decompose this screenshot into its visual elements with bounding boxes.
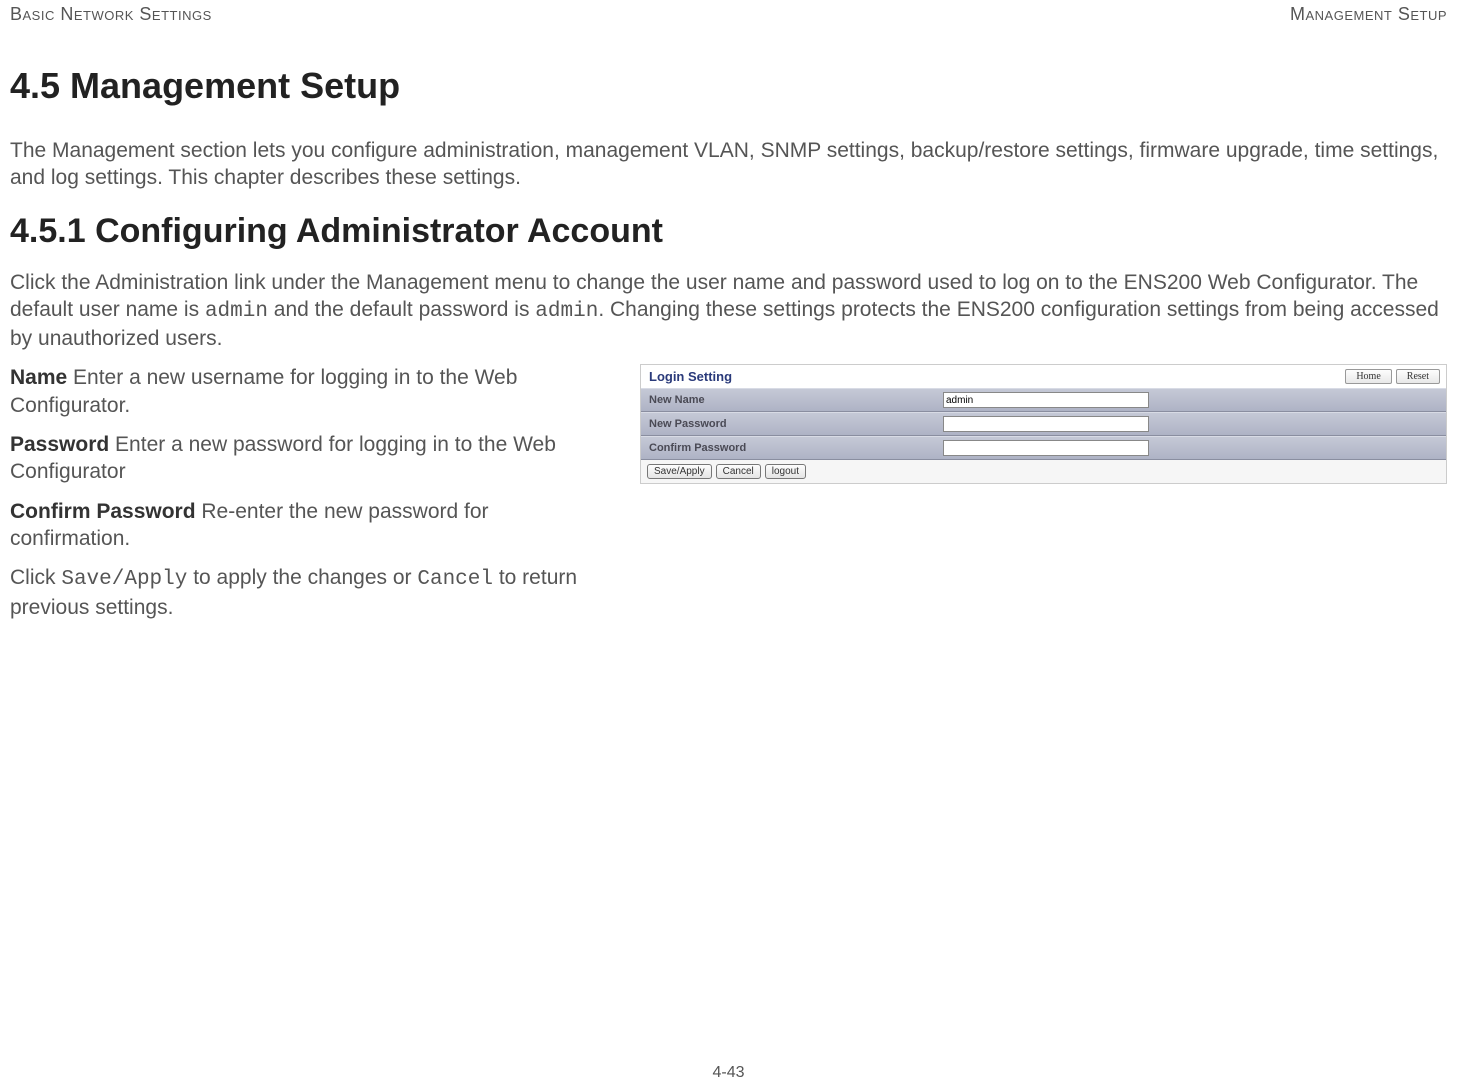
page-number: 4-43	[0, 1064, 1457, 1082]
cancel-button[interactable]: Cancel	[716, 464, 761, 479]
description: Enter a new username for logging in to t…	[10, 366, 517, 416]
mono-text: admin	[205, 300, 268, 323]
term: Password	[10, 433, 109, 456]
row-new-password: New Password	[641, 412, 1446, 436]
new-password-input[interactable]	[943, 416, 1149, 432]
login-setting-screenshot: Login Setting Home Reset New Name New Pa…	[640, 364, 1447, 484]
home-button[interactable]: Home	[1345, 369, 1391, 384]
row-confirm-password: Confirm Password	[641, 436, 1446, 460]
text: Click	[10, 566, 61, 589]
term: Name	[10, 366, 67, 389]
save-apply-button[interactable]: Save/Apply	[647, 464, 712, 479]
logout-button[interactable]: logout	[765, 464, 806, 479]
section-heading: 4.5 Management Setup	[10, 65, 1447, 107]
definition-password: Password Enter a new password for loggin…	[10, 431, 610, 486]
header-left: Basic Network Settings	[10, 4, 212, 25]
row-new-name: New Name	[641, 388, 1446, 412]
mono-text: Cancel	[417, 568, 493, 591]
label-confirm-password: Confirm Password	[641, 442, 939, 454]
label-new-name: New Name	[641, 394, 939, 406]
mono-text: Save/Apply	[61, 568, 187, 591]
subsection-paragraph: Click the Administration link under the …	[10, 269, 1447, 353]
intro-paragraph: The Management section lets you configur…	[10, 137, 1447, 192]
label-new-password: New Password	[641, 418, 939, 430]
header-right: Management Setup	[1290, 4, 1447, 25]
definition-confirm-password: Confirm Password Re-enter the new passwo…	[10, 498, 610, 553]
subsection-heading: 4.5.1 Configuring Administrator Account	[10, 212, 1447, 251]
reset-button[interactable]: Reset	[1396, 369, 1440, 384]
text: and the default password is	[268, 298, 535, 321]
definitions-column: Name Enter a new username for logging in…	[10, 364, 610, 632]
new-name-input[interactable]	[943, 392, 1149, 408]
panel-title: Login Setting	[649, 369, 732, 384]
term: Confirm Password	[10, 500, 196, 523]
definition-name: Name Enter a new username for logging in…	[10, 364, 610, 419]
confirm-password-input[interactable]	[943, 440, 1149, 456]
text: to apply the changes or	[187, 566, 417, 589]
apply-instruction: Click Save/Apply to apply the changes or…	[10, 564, 610, 621]
running-header: Basic Network Settings Management Setup	[10, 0, 1447, 25]
mono-text: admin	[535, 300, 598, 323]
